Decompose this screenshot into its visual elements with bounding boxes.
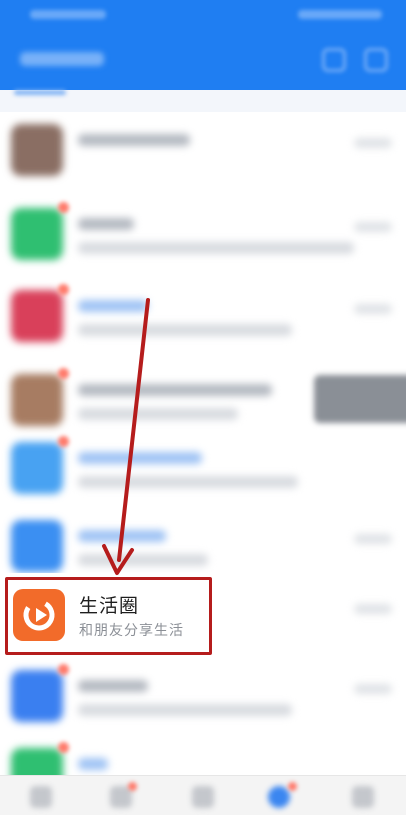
status-bar-indicators bbox=[298, 10, 382, 19]
list-item[interactable] bbox=[0, 278, 406, 355]
list-item[interactable] bbox=[0, 736, 406, 775]
list-item-title bbox=[78, 680, 148, 692]
list-item-time bbox=[354, 604, 392, 614]
status-bar-time bbox=[30, 10, 106, 19]
list-item[interactable] bbox=[0, 658, 406, 735]
swipe-action-button[interactable] bbox=[314, 375, 406, 423]
nav-badge bbox=[288, 782, 297, 791]
list-item-title bbox=[78, 530, 166, 542]
list-item-title bbox=[78, 134, 190, 146]
list-item-subtitle bbox=[78, 704, 292, 716]
circle-app-icon bbox=[11, 290, 63, 342]
person-avatar-icon bbox=[11, 374, 63, 426]
bottom-navigation bbox=[0, 775, 406, 815]
header-title bbox=[20, 52, 104, 66]
app-header bbox=[0, 30, 406, 90]
list-item[interactable] bbox=[0, 430, 406, 507]
add-icon[interactable] bbox=[364, 48, 388, 72]
unread-badge bbox=[58, 284, 69, 295]
highlight-box bbox=[5, 577, 212, 655]
chat-bubble-icon bbox=[11, 208, 63, 260]
contacts-icon[interactable] bbox=[322, 48, 346, 72]
list-item-title bbox=[78, 758, 108, 770]
list-item-subtitle bbox=[78, 476, 298, 488]
nav-home-icon[interactable] bbox=[30, 786, 52, 808]
nav-profile-icon[interactable] bbox=[352, 786, 374, 808]
list-item[interactable] bbox=[0, 112, 406, 189]
list-item-time bbox=[354, 138, 392, 148]
list-item-subtitle bbox=[78, 324, 292, 336]
list-item-title bbox=[78, 300, 148, 312]
grid-app-icon bbox=[11, 670, 63, 722]
person-avatar-icon bbox=[11, 124, 63, 176]
unread-badge bbox=[58, 742, 69, 753]
unread-badge bbox=[58, 436, 69, 447]
list-item-title bbox=[78, 452, 202, 464]
unread-badge bbox=[58, 368, 69, 379]
list-item[interactable] bbox=[0, 196, 406, 273]
list-item-title bbox=[78, 384, 272, 396]
pencil-icon bbox=[11, 520, 63, 572]
chat-bubble-icon bbox=[11, 748, 63, 775]
list-item-title bbox=[78, 218, 134, 230]
list-item-time bbox=[354, 684, 392, 694]
list-item-subtitle bbox=[78, 554, 208, 566]
list-item-time bbox=[354, 534, 392, 544]
nav-discover-icon[interactable] bbox=[192, 786, 214, 808]
document-icon bbox=[11, 442, 63, 494]
message-list bbox=[0, 112, 406, 775]
list-item-subtitle bbox=[78, 242, 354, 254]
tab-indicator bbox=[14, 90, 66, 95]
unread-badge bbox=[58, 202, 69, 213]
status-bar bbox=[0, 0, 406, 30]
list-item-subtitle bbox=[78, 408, 238, 420]
unread-badge bbox=[58, 664, 69, 675]
list-item-time bbox=[354, 304, 392, 314]
nav-apps-icon[interactable] bbox=[268, 786, 290, 808]
nav-badge bbox=[128, 782, 137, 791]
list-item-time bbox=[354, 222, 392, 232]
